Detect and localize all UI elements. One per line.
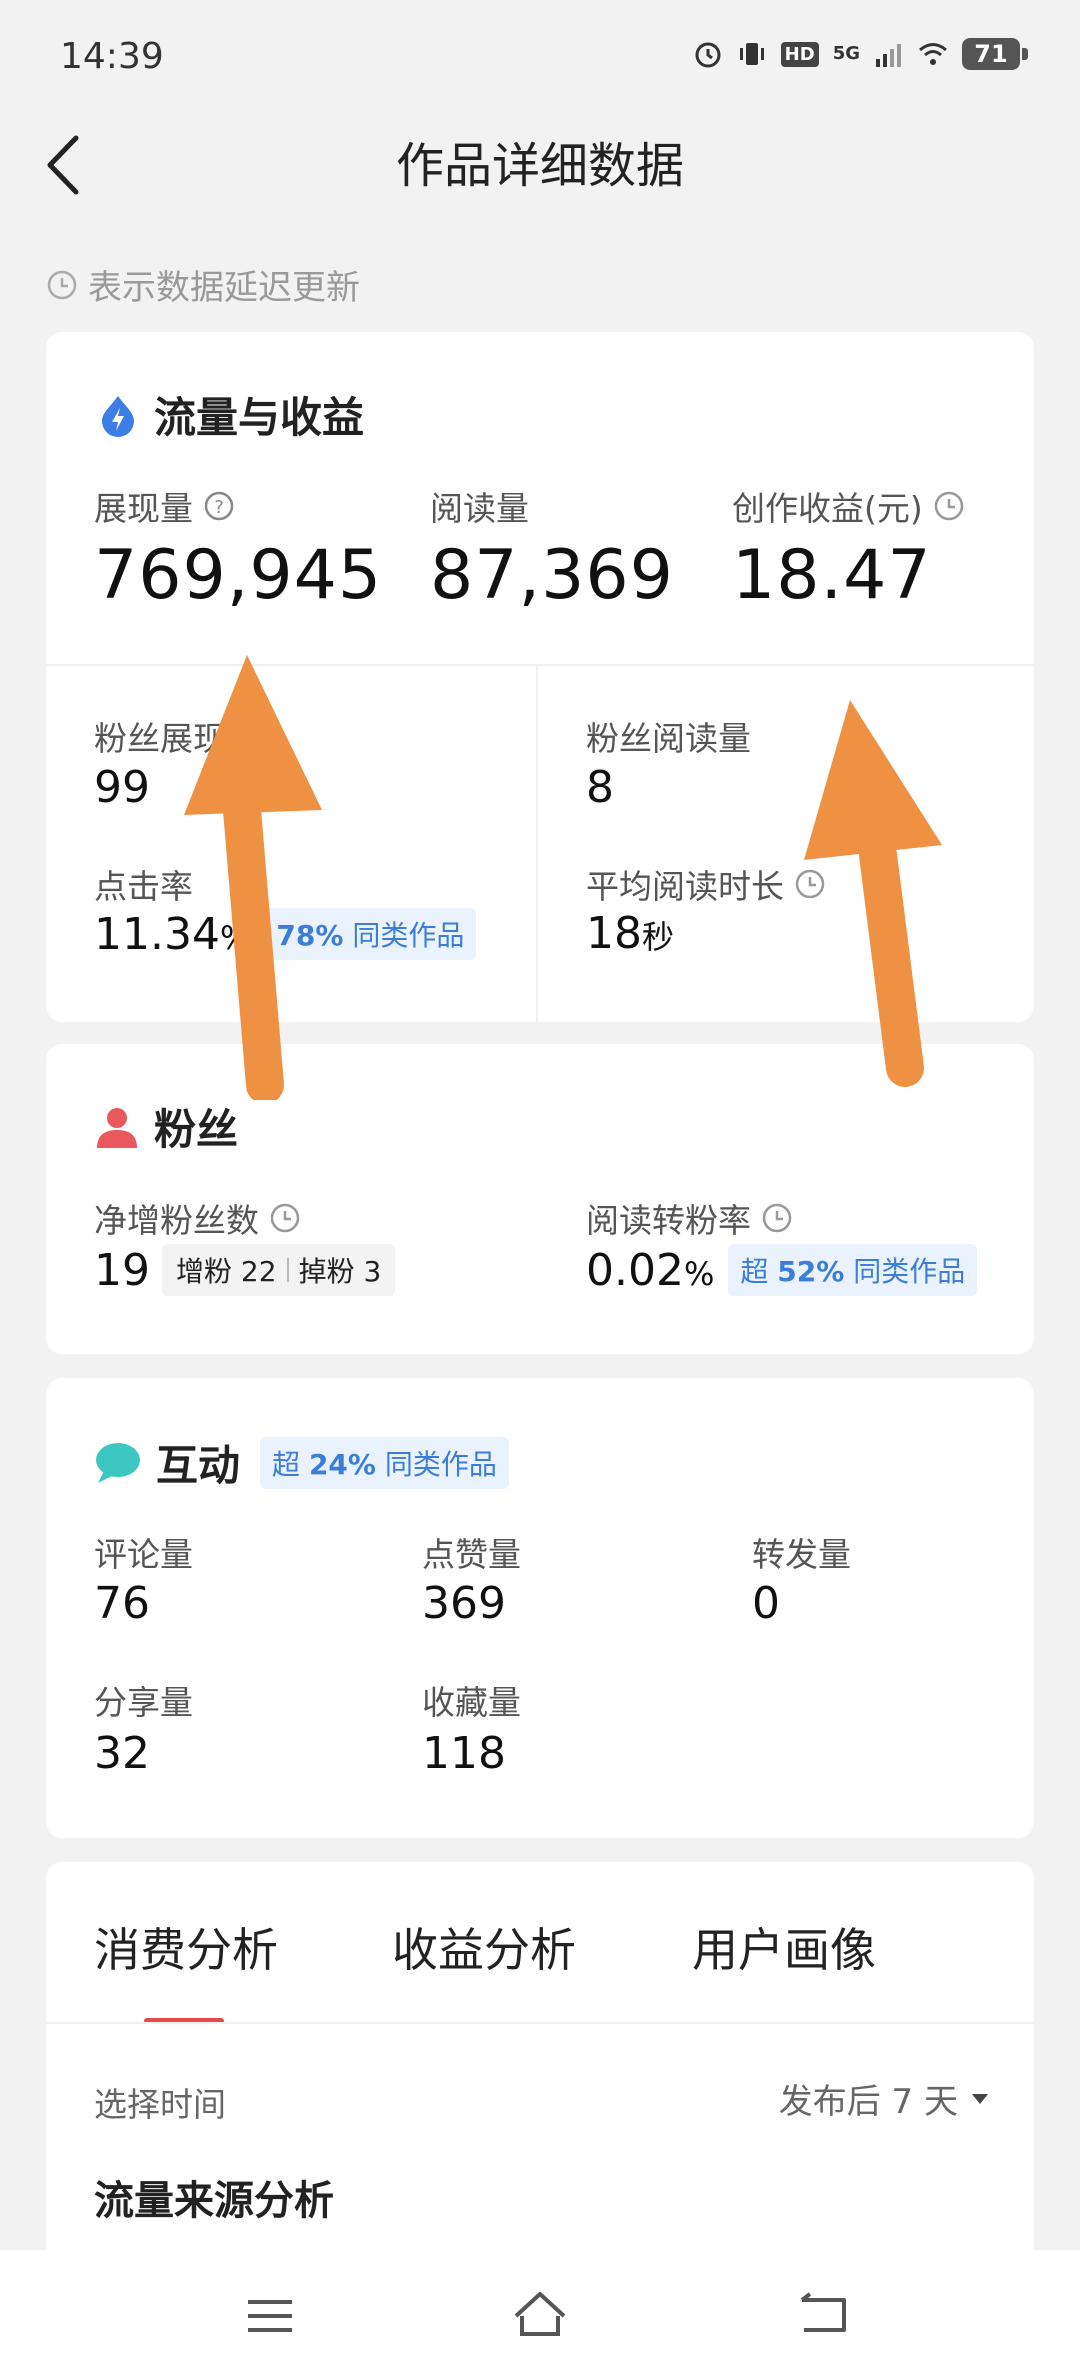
status-time: 14:39 xyxy=(60,36,164,77)
reposts-value: 0 xyxy=(752,1578,780,1629)
fan-reads-label: 粉丝阅读量 xyxy=(586,719,751,758)
favorites-value: 118 xyxy=(422,1728,506,1779)
clock-icon xyxy=(270,1203,300,1233)
dropdown-triangle-icon xyxy=(972,2093,988,2104)
network-5g-icon: 5G xyxy=(832,43,860,64)
fans-card: 粉丝 净增粉丝数 19 增粉 22 掉粉 3 阅读转粉率 0.02% 超 52%… xyxy=(46,1044,1034,1354)
likes-value: 369 xyxy=(422,1578,506,1629)
shares-label: 分享量 xyxy=(94,1683,193,1722)
svg-text:?: ? xyxy=(214,497,224,518)
tab-consumption[interactable]: 消费分析 xyxy=(94,1914,278,1980)
likes-label: 点赞量 xyxy=(422,1535,521,1574)
ctr-label: 点击率 xyxy=(94,867,193,906)
fan-reads-value: 8 xyxy=(586,762,614,813)
clock-icon xyxy=(762,1203,792,1233)
shares-value: 32 xyxy=(94,1728,150,1779)
divider xyxy=(536,666,538,1022)
traffic-source-title: 流量来源分析 xyxy=(94,2178,334,2224)
interaction-section-title: 互动 超 24% 同类作品 xyxy=(94,1432,509,1493)
wifi-icon xyxy=(919,43,947,65)
interaction-card: 互动 超 24% 同类作品 评论量 76 点赞量 369 转发量 0 分享量 3… xyxy=(46,1378,1034,1838)
battery-indicator: 71 xyxy=(962,38,1028,70)
ctr-unit: % xyxy=(219,918,251,957)
impressions-label: 展现量 ? xyxy=(94,482,235,530)
clock-icon xyxy=(934,491,963,521)
alarm-icon xyxy=(695,42,721,68)
clock-icon xyxy=(47,270,77,299)
conversion-label: 阅读转粉率 xyxy=(586,1194,793,1242)
conversion-value: 0.02 xyxy=(586,1244,684,1296)
conversion-badge: 超 52% 同类作品 xyxy=(728,1244,978,1296)
time-range-dropdown[interactable]: 发布后 7 天 xyxy=(779,2074,990,2123)
tab-user-profile[interactable]: 用户画像 xyxy=(692,1914,876,1980)
status-icons: HD 5G 71 xyxy=(693,38,1028,70)
fans-section-title: 粉丝 xyxy=(94,1096,238,1157)
avg-read-value-row: 18秒 xyxy=(586,908,674,959)
comments-value: 76 xyxy=(94,1578,150,1629)
fan-impressions-value: 99 xyxy=(94,762,150,813)
fan-impressions-label: 粉丝展现 xyxy=(94,719,226,758)
lightning-drop-icon xyxy=(102,395,134,437)
net-fans-label: 净增粉丝数 xyxy=(94,1194,301,1242)
traffic-card: 流量与收益 展现量 ? 769,945 阅读量 87,369 创作收益(元) 1… xyxy=(46,332,1034,1022)
select-time-label: 选择时间 xyxy=(94,2085,226,2124)
hd-indicator: HD xyxy=(780,41,819,67)
page-title: 作品详细数据 xyxy=(395,138,684,194)
divider xyxy=(286,1258,289,1282)
system-nav-bar xyxy=(0,2250,1080,2376)
reads-label: 阅读量 xyxy=(430,489,529,528)
signal-icon xyxy=(876,44,901,67)
net-fans-value: 19 xyxy=(94,1244,150,1296)
avg-read-value: 18 xyxy=(586,908,642,959)
back-nav-icon[interactable] xyxy=(796,2292,852,2338)
reposts-label: 转发量 xyxy=(752,1535,851,1574)
person-icon xyxy=(97,1107,137,1148)
ctr-value-row: 11.34% 78% 同类作品 xyxy=(94,908,477,960)
home-icon[interactable] xyxy=(510,2288,570,2340)
divider xyxy=(46,2022,1034,2024)
comments-label: 评论量 xyxy=(94,1535,193,1574)
chat-bubble-icon xyxy=(96,1442,140,1483)
income-value: 18.47 xyxy=(732,536,932,615)
impressions-value: 769,945 xyxy=(94,536,383,615)
ctr-value: 11.34 xyxy=(94,908,220,960)
conversion-row: 0.02% 超 52% 同类作品 xyxy=(586,1244,978,1296)
clock-icon xyxy=(795,869,825,899)
reads-value: 87,369 xyxy=(430,536,674,615)
avg-read-label: 平均阅读时长 xyxy=(586,860,826,908)
net-fans-row: 19 增粉 22 掉粉 3 xyxy=(94,1244,396,1296)
fans-change-badge: 增粉 22 掉粉 3 xyxy=(162,1244,396,1296)
menu-icon[interactable] xyxy=(246,2296,294,2336)
time-range-value: 发布后 7 天 xyxy=(778,2082,958,2122)
delay-notice-text: 表示数据延迟更新 xyxy=(88,268,360,308)
analysis-card: 消费分析 收益分析 用户画像 选择时间 发布后 7 天 流量来源分析 xyxy=(46,1862,1034,2262)
favorites-label: 收藏量 xyxy=(422,1683,521,1722)
income-label: 创作收益(元) xyxy=(732,482,965,530)
ctr-badge: 78% 同类作品 xyxy=(264,908,477,960)
tab-income[interactable]: 收益分析 xyxy=(392,1914,576,1980)
traffic-section-title: 流量与收益 xyxy=(96,384,364,445)
delay-notice: 表示数据延迟更新 xyxy=(46,260,360,309)
divider xyxy=(46,664,1034,666)
help-icon[interactable]: ? xyxy=(203,490,235,522)
vibrate-icon xyxy=(739,43,764,65)
interaction-badge: 超 24% 同类作品 xyxy=(260,1436,509,1489)
avg-read-unit: 秒 xyxy=(642,918,675,956)
